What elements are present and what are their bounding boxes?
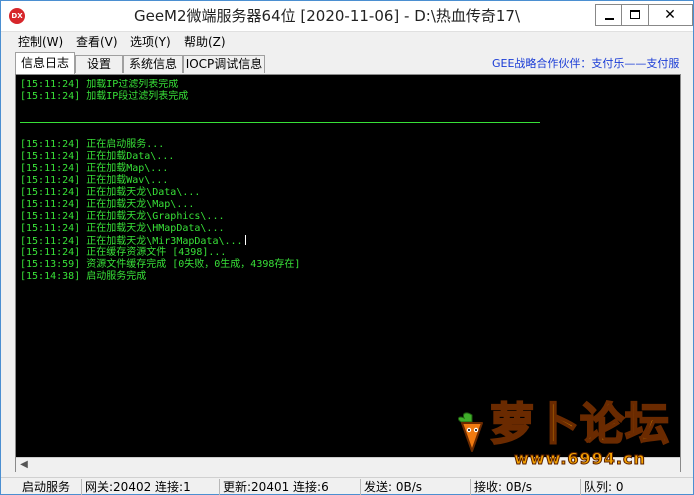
watermark-logo: 萝卜论坛 www.6994.cn <box>446 398 686 469</box>
status-update: 更新:20401 连接:6 <box>220 479 361 495</box>
status-bar: 启动服务 网关:20402 连接:1 更新:20401 连接:6 发送: 0B/… <box>1 477 693 495</box>
log-line: [15:11:24] 正在加载天龙\Mir3MapData\... <box>20 235 670 247</box>
log-line: [15:11:24] 加载IP段过滤列表完成 <box>20 91 189 102</box>
close-icon: ✕ <box>664 7 676 23</box>
log-output[interactable]: [15:11:24] 加载IP过滤列表完成 [15:11:24] 加载IP段过滤列… <box>20 79 670 453</box>
window-title: GeeM2微端服务器64位 [2020-11-06] - D:\热血传奇17\ <box>133 7 521 25</box>
log-line: [15:11:24] 正在加载Data\... <box>20 151 175 162</box>
log-line: [15:11:24] 正在加载天龙\Map\... <box>20 199 195 210</box>
log-line: [15:13:59] 资源文件缓存完成 [0失败，0生成，4398存在] <box>20 259 301 270</box>
log-separator <box>20 115 670 127</box>
log-blank-line <box>20 127 670 139</box>
maximize-icon <box>630 10 640 19</box>
close-button[interactable]: ✕ <box>649 4 693 26</box>
status-queue: 队列: 0 <box>584 480 624 494</box>
maximize-button[interactable] <box>622 4 649 26</box>
status-service: 启动服务 <box>19 479 82 495</box>
status-receive: 接收: 0B/s <box>471 479 581 495</box>
tab-settings[interactable]: 设置 <box>75 55 123 73</box>
scroll-left-arrow-icon[interactable]: ◀ <box>16 458 32 472</box>
menu-view[interactable]: 查看(V) <box>73 34 121 51</box>
menu-control[interactable]: 控制(W) <box>15 34 66 51</box>
title-bar[interactable]: DX GeeM2微端服务器64位 [2020-11-06] - D:\热血传奇1… <box>1 1 693 32</box>
log-blank-line <box>20 103 670 115</box>
tab-info-log[interactable]: 信息日志 <box>15 52 75 74</box>
watermark-site: www.6994.cn <box>514 449 646 469</box>
log-line: [15:11:24] 加载IP过滤列表完成 <box>20 79 179 90</box>
partner-link[interactable]: GEE战略合作伙伴：支付乐——支付服 <box>492 55 692 73</box>
log-line: [15:11:24] 正在加载天龙\Graphics\... <box>20 211 225 222</box>
minimize-button[interactable] <box>595 4 622 26</box>
tab-strip: 信息日志 设置 系统信息 IOCP调试信息 GEE战略合作伙伴：支付乐——支付服 <box>1 52 693 74</box>
log-line: [15:11:24] 正在加载天龙\HMapData\... <box>20 223 225 234</box>
log-line: [15:14:38] 启动服务完成 <box>20 271 147 282</box>
log-line: [15:11:24] 正在启动服务... <box>20 139 165 150</box>
text-caret <box>244 235 246 245</box>
log-line: [15:11:24] 正在加载Wav\... <box>20 175 169 186</box>
watermark-text: 萝卜论坛 <box>489 398 670 451</box>
menu-bar: 控制(W) 查看(V) 选项(Y) 帮助(Z) <box>1 32 693 52</box>
menu-help[interactable]: 帮助(Z) <box>181 34 229 51</box>
log-line: [15:11:24] 正在加载天龙\Data\... <box>20 187 201 198</box>
status-gateway: 网关:20402 连接:1 <box>82 479 220 495</box>
carrot-icon <box>457 412 483 452</box>
log-line: [15:11:24] 正在加载Map\... <box>20 163 169 174</box>
tab-iocp-debug[interactable]: IOCP调试信息 <box>183 55 265 73</box>
app-window: DX GeeM2微端服务器64位 [2020-11-06] - D:\热血传奇1… <box>0 0 694 495</box>
log-line: [15:11:24] 正在缓存资源文件 [4398]... <box>20 247 227 258</box>
menu-options[interactable]: 选项(Y) <box>127 34 174 51</box>
status-send: 发送: 0B/s <box>361 479 471 495</box>
minimize-icon <box>605 18 614 20</box>
tab-system-info[interactable]: 系统信息 <box>123 55 183 73</box>
